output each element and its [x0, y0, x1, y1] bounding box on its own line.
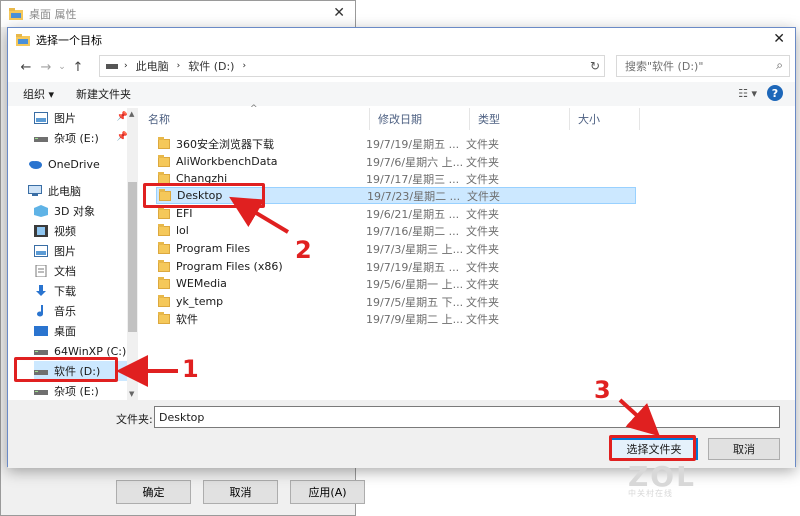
annotation-arrows	[116, 196, 660, 437]
arrow-to-select-button	[618, 398, 660, 437]
arrow-to-desktop	[229, 196, 290, 234]
step-number-1: 1	[182, 355, 199, 383]
step-number-3: 3	[594, 376, 611, 404]
watermark-subtitle: 中关村在线	[628, 489, 673, 498]
step-number-2: 2	[295, 236, 312, 264]
